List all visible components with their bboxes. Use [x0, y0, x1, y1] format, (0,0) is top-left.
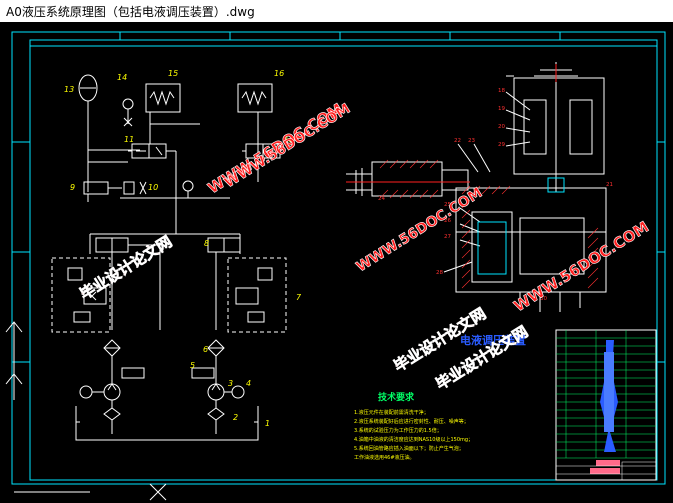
label-1: 1: [265, 419, 270, 428]
label-15: 15: [168, 69, 178, 78]
label-28: 28: [436, 270, 443, 276]
label-5: 5: [190, 361, 195, 370]
tech-req-line-3: 3.系统的试验压力为工作压力的1.5倍；: [354, 427, 442, 434]
label-20: 20: [498, 124, 505, 130]
parts-list-table: [555, 329, 657, 481]
label-27: 27: [444, 234, 451, 240]
label-29: 29: [498, 142, 505, 148]
cad-drawing[interactable]: 13 14 15 16 11 12 9 10 8 7 6 5 3 4 2 1 1…: [0, 22, 673, 503]
label-21: 21: [606, 182, 613, 188]
window-title: A0液压系统原理图（包括电液调压装置）.dwg: [6, 5, 255, 19]
window-titlebar: A0液压系统原理图（包括电液调压装置）.dwg: [0, 0, 673, 23]
label-14: 14: [117, 73, 127, 82]
label-18: 18: [498, 88, 505, 94]
label-8: 8: [204, 239, 209, 248]
label-3: 3: [228, 379, 233, 388]
watermark-url-2: WWW.56DOC.COM: [222, 101, 354, 192]
label-9: 9: [70, 183, 75, 192]
label-16: 16: [274, 69, 284, 78]
label-19: 19: [498, 106, 505, 112]
tech-req-line-6: 工作油液选用46#液压油。: [354, 454, 415, 461]
label-22: 22: [454, 138, 461, 144]
part-labels-left: 13 14 15 16 11 12 9 10 8 7 6 5 3 4 2 1: [64, 69, 302, 428]
watermark-url-4: WWW.56DOC.COM: [354, 185, 486, 276]
label-24: 24: [378, 196, 385, 202]
label-4: 4: [246, 379, 251, 388]
tech-req-title: 技术要求: [378, 391, 415, 403]
tech-req-line-4: 4.油箱中油液的清洁度应达到NAS10级以上150mg；: [354, 436, 473, 443]
technical-requirements: 技术要求 1.液压元件在装配前需清洗干净； 2.液压系统装配好后应进行密封性、耐…: [354, 391, 473, 461]
tech-req-line-1: 1.液压元件在装配前需清洗干净；: [354, 409, 429, 416]
cad-canvas[interactable]: 13 14 15 16 11 12 9 10 8 7 6 5 3 4 2 1 1…: [0, 22, 673, 503]
label-6: 6: [203, 345, 208, 354]
tech-req-line-5: 5.系统回油管路应插入油面以下；防止产生气泡；: [354, 445, 464, 452]
label-23: 23: [468, 138, 475, 144]
label-10: 10: [148, 183, 158, 192]
tech-req-line-2: 2.液压系统装配好后应进行密封性、耐压、噪声等；: [354, 418, 469, 425]
label-11: 11: [124, 135, 134, 144]
label-2: 2: [233, 413, 238, 422]
label-7: 7: [296, 293, 302, 302]
label-13: 13: [64, 85, 74, 94]
assembly-accents: [477, 177, 565, 275]
